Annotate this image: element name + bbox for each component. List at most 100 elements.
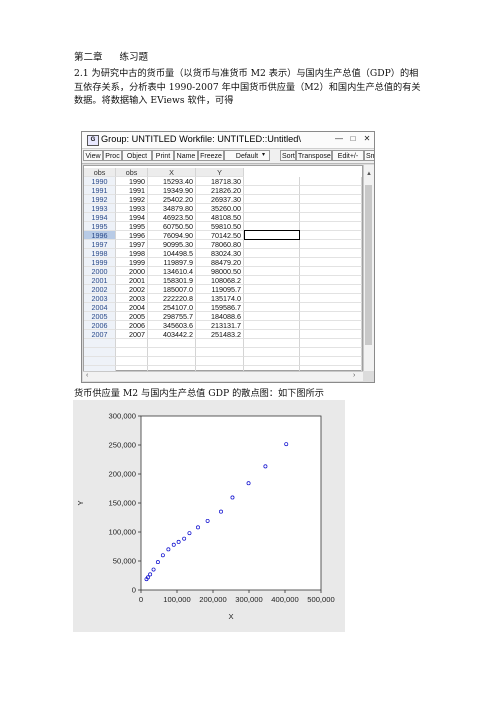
- table-cell[interactable]: 2000: [116, 267, 148, 276]
- empty-cell[interactable]: [244, 267, 300, 276]
- table-cell[interactable]: 1997: [116, 240, 148, 249]
- table-cell[interactable]: 1991: [116, 186, 148, 195]
- table-cell[interactable]: 2007: [116, 330, 148, 339]
- empty-cell[interactable]: [116, 357, 148, 366]
- table-cell[interactable]: 35260.00: [196, 204, 244, 213]
- table-cell[interactable]: 25402.20: [148, 195, 196, 204]
- toolbar-name-button[interactable]: Name: [174, 150, 198, 161]
- table-cell[interactable]: 119095.7: [196, 285, 244, 294]
- empty-cell[interactable]: [300, 357, 362, 366]
- table-cell[interactable]: 26937.30: [196, 195, 244, 204]
- column-header-obs[interactable]: obs: [84, 168, 116, 177]
- toolbar-print-button[interactable]: Print: [152, 150, 174, 161]
- empty-cell[interactable]: [116, 348, 148, 357]
- toolbar-transpose-button[interactable]: Transpose: [296, 150, 332, 161]
- table-cell[interactable]: 1996: [116, 231, 148, 240]
- empty-cell[interactable]: [244, 357, 300, 366]
- empty-cell[interactable]: [300, 240, 362, 249]
- table-cell[interactable]: 185007.0: [148, 285, 196, 294]
- table-cell[interactable]: 34879.80: [148, 204, 196, 213]
- table-cell[interactable]: 403442.2: [148, 330, 196, 339]
- table-cell[interactable]: 134610.4: [148, 267, 196, 276]
- dropdown-chevron-icon[interactable]: ▾: [262, 151, 265, 158]
- spreadsheet-grid[interactable]: obs obs X Y 1990 1990 15293.40 18718.30 1991 1991…: [83, 165, 363, 375]
- empty-cell[interactable]: [300, 330, 362, 339]
- table-cell[interactable]: 2004: [116, 303, 148, 312]
- horizontal-scrollbar[interactable]: ‹ ›: [83, 371, 363, 381]
- empty-cell[interactable]: [244, 312, 300, 321]
- empty-cell[interactable]: [244, 321, 300, 330]
- empty-cell[interactable]: [244, 285, 300, 294]
- column-header-y[interactable]: Y: [196, 168, 244, 177]
- table-cell[interactable]: 119897.9: [148, 258, 196, 267]
- empty-cell[interactable]: [244, 177, 300, 186]
- table-cell[interactable]: 104498.5: [148, 249, 196, 258]
- toolbar-view-button[interactable]: View: [83, 150, 103, 161]
- table-cell[interactable]: 1990: [116, 177, 148, 186]
- toolbar-smpl-button[interactable]: Smpl: [364, 150, 374, 161]
- empty-cell[interactable]: [300, 303, 362, 312]
- empty-cell[interactable]: [300, 222, 362, 231]
- empty-cell[interactable]: [244, 186, 300, 195]
- toolbar-proc-button[interactable]: Proc: [103, 150, 122, 161]
- table-cell[interactable]: 70142.50: [196, 231, 244, 240]
- vertical-scrollbar[interactable]: ▲: [363, 165, 374, 371]
- empty-cell[interactable]: [196, 348, 244, 357]
- empty-cell[interactable]: [196, 357, 244, 366]
- table-cell[interactable]: 2006: [116, 321, 148, 330]
- table-cell[interactable]: 18718.30: [196, 177, 244, 186]
- table-cell[interactable]: 184088.6: [196, 312, 244, 321]
- empty-cell[interactable]: [300, 276, 362, 285]
- empty-cell[interactable]: [244, 213, 300, 222]
- empty-cell[interactable]: [300, 348, 362, 357]
- close-icon[interactable]: ✕: [362, 134, 372, 144]
- empty-cell[interactable]: [300, 294, 362, 303]
- table-cell[interactable]: 213131.7: [196, 321, 244, 330]
- table-cell[interactable]: 2003: [116, 294, 148, 303]
- empty-cell[interactable]: [244, 303, 300, 312]
- table-cell[interactable]: 21826.20: [196, 186, 244, 195]
- empty-cell[interactable]: [244, 249, 300, 258]
- empty-cell[interactable]: [300, 267, 362, 276]
- table-cell[interactable]: 15293.40: [148, 177, 196, 186]
- empty-cell[interactable]: [300, 231, 362, 240]
- empty-cell[interactable]: [116, 339, 148, 348]
- empty-cell[interactable]: [244, 348, 300, 357]
- scroll-left-icon[interactable]: ‹: [86, 372, 88, 379]
- table-cell[interactable]: 159586.7: [196, 303, 244, 312]
- empty-cell[interactable]: [300, 312, 362, 321]
- empty-cell[interactable]: [300, 339, 362, 348]
- scrollbar-thumb[interactable]: [365, 185, 372, 345]
- table-cell[interactable]: 59810.50: [196, 222, 244, 231]
- empty-cell[interactable]: [300, 186, 362, 195]
- empty-cell[interactable]: [300, 177, 362, 186]
- empty-cell[interactable]: [300, 285, 362, 294]
- minimize-icon[interactable]: —: [334, 134, 344, 144]
- column-header-x[interactable]: X: [148, 168, 196, 177]
- table-cell[interactable]: 2002: [116, 285, 148, 294]
- empty-cell[interactable]: [300, 321, 362, 330]
- table-cell[interactable]: 2005: [116, 312, 148, 321]
- empty-cell[interactable]: [244, 204, 300, 213]
- table-cell[interactable]: 1994: [116, 213, 148, 222]
- empty-cell[interactable]: [300, 204, 362, 213]
- toolbar-object-button[interactable]: Object: [122, 150, 152, 161]
- column-header-obs[interactable]: obs: [116, 168, 148, 177]
- window-titlebar[interactable]: G Group: UNTITLED Workfile: UNTITLED::Un…: [82, 132, 374, 149]
- table-cell[interactable]: 48108.50: [196, 213, 244, 222]
- empty-cell[interactable]: [300, 213, 362, 222]
- empty-cell[interactable]: [300, 195, 362, 204]
- table-cell[interactable]: 1999: [116, 258, 148, 267]
- table-cell[interactable]: 108068.2: [196, 276, 244, 285]
- table-cell[interactable]: 254107.0: [148, 303, 196, 312]
- table-cell[interactable]: 222220.8: [148, 294, 196, 303]
- table-cell[interactable]: 78060.80: [196, 240, 244, 249]
- empty-cell[interactable]: [244, 339, 300, 348]
- empty-cell[interactable]: [148, 339, 196, 348]
- empty-cell[interactable]: [300, 249, 362, 258]
- scroll-up-icon[interactable]: ▲: [366, 171, 372, 177]
- table-cell[interactable]: 98000.50: [196, 267, 244, 276]
- table-cell[interactable]: 88479.20: [196, 258, 244, 267]
- table-cell[interactable]: 1998: [116, 249, 148, 258]
- toolbar-freeze-button[interactable]: Freeze: [198, 150, 224, 161]
